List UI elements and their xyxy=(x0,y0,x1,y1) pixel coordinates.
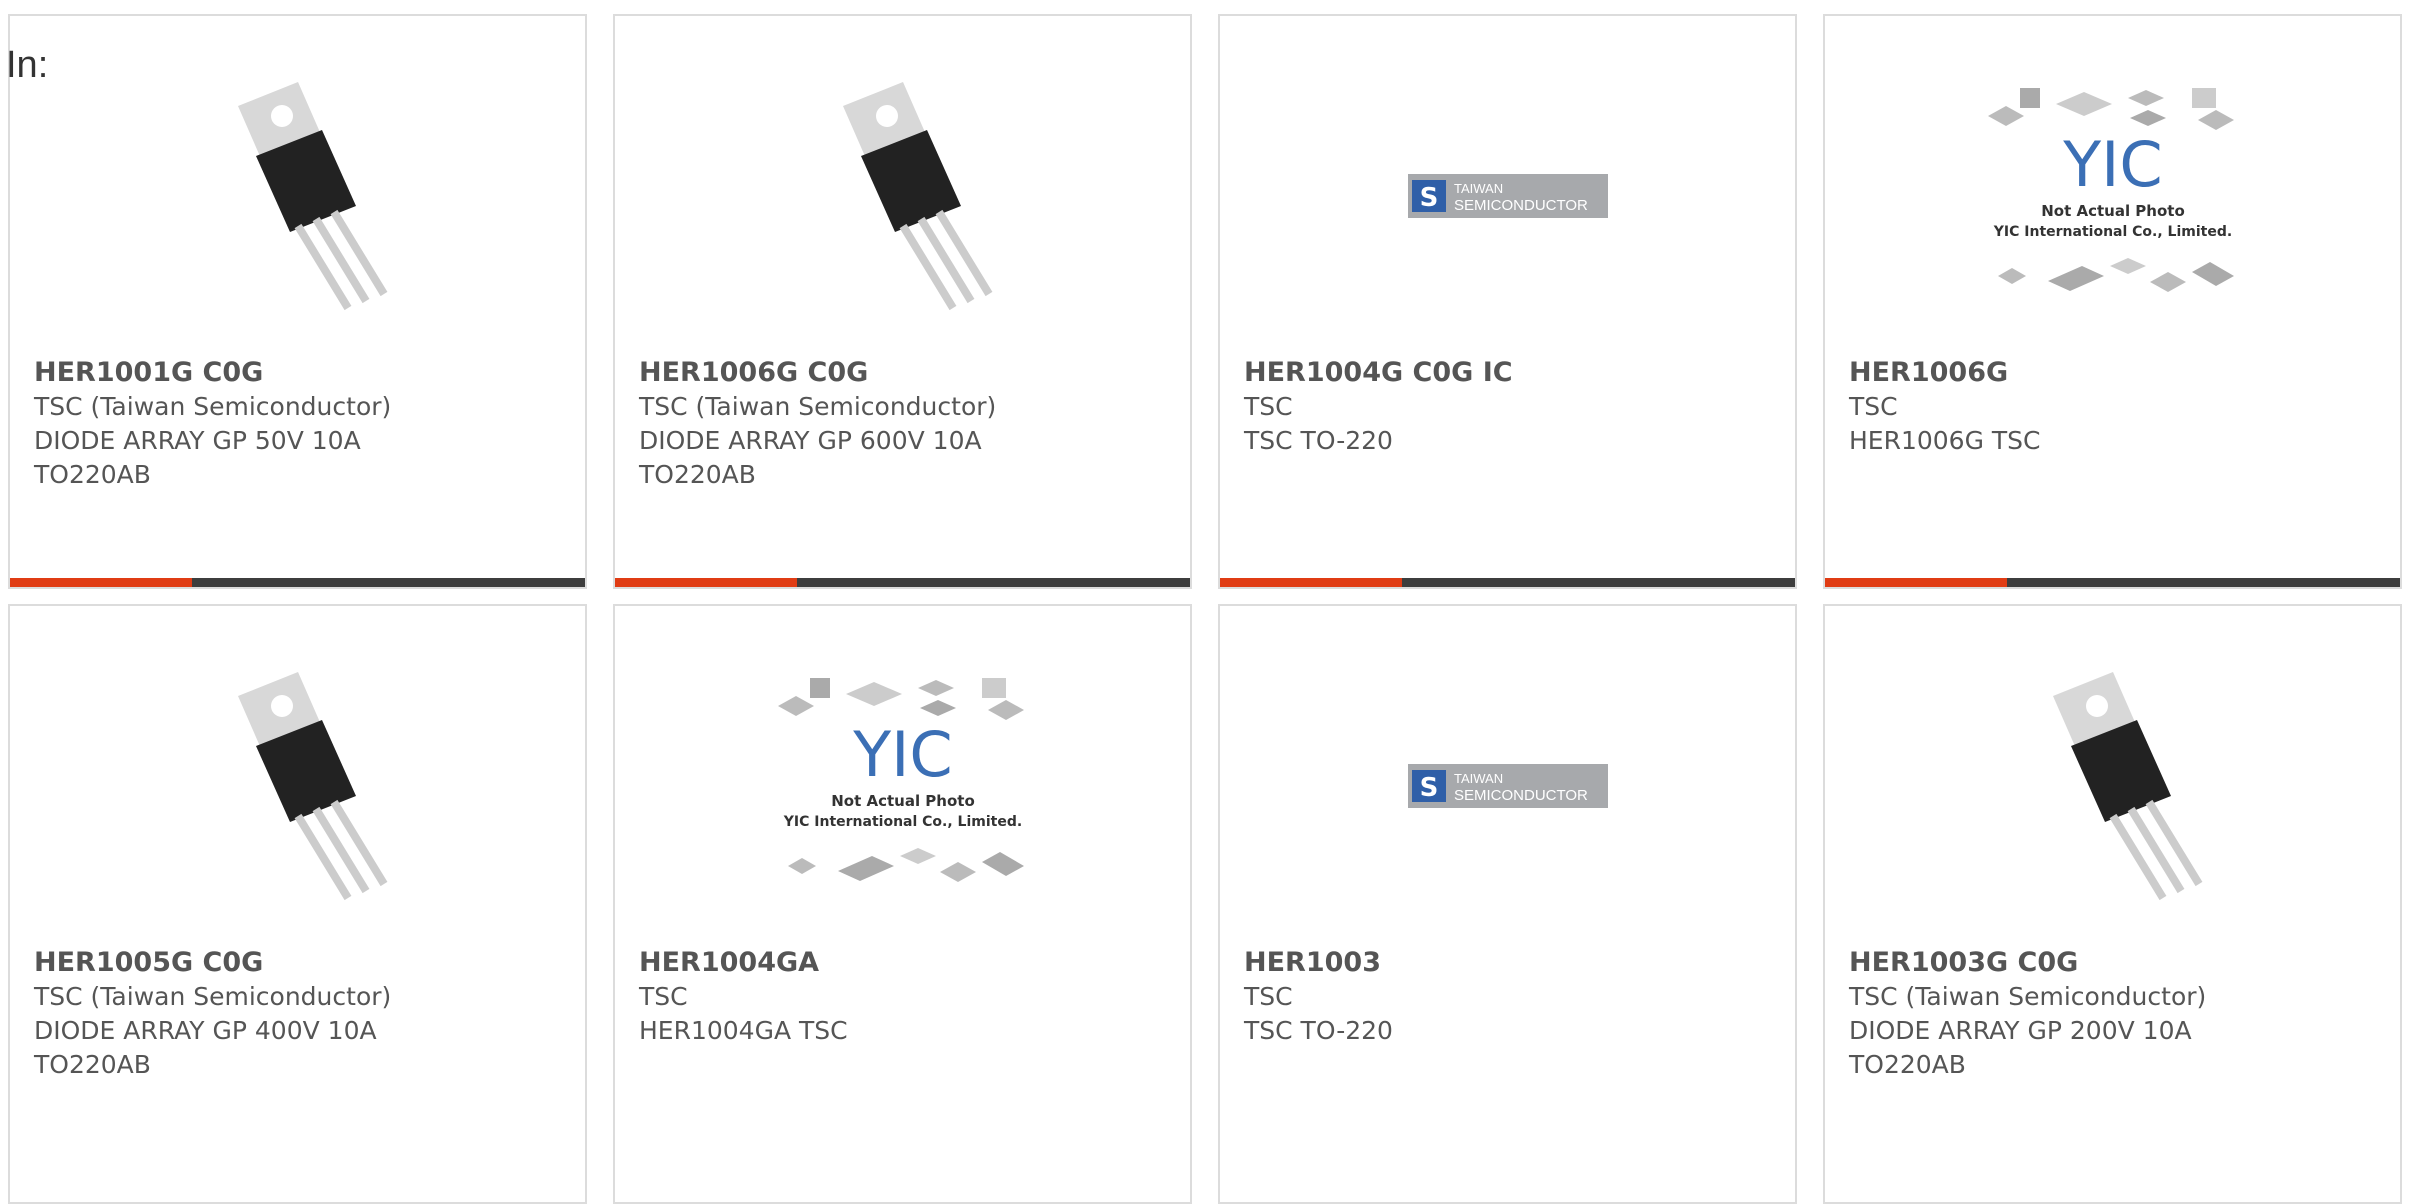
manufacturer: TSC (Taiwan Semiconductor) xyxy=(34,392,392,421)
product-card[interactable]: YIC Not Actual Photo YIC International C… xyxy=(1823,14,2402,589)
manufacturer: TSC xyxy=(639,982,688,1011)
description: HER1006G TSC xyxy=(1849,426,2041,455)
yic-line2: YIC International Co., Limited. xyxy=(782,814,1021,830)
card-bar xyxy=(1825,578,2400,587)
card-bar xyxy=(615,578,1190,587)
to220-transistor-icon xyxy=(1953,666,2273,906)
product-card[interactable]: HER1005G C0G TSC (Taiwan Semiconductor) … xyxy=(8,604,587,1204)
part-number[interactable]: HER1001G C0G xyxy=(34,356,565,390)
product-grid: HER1001G C0G TSC (Taiwan Semiconductor) … xyxy=(8,14,2402,1204)
manufacturer: TSC xyxy=(1849,392,1898,421)
product-card[interactable]: HER1003G C0G TSC (Taiwan Semiconductor) … xyxy=(1823,604,2402,1204)
part-number[interactable]: HER1005G C0G xyxy=(34,946,565,980)
description: DIODE ARRAY GP 200V 10A xyxy=(1849,1016,2192,1045)
part-number[interactable]: HER1004G C0G IC xyxy=(1244,356,1775,390)
to220-transistor-icon xyxy=(138,666,458,906)
package: TO220AB xyxy=(1849,1050,1966,1079)
to220-transistor-icon xyxy=(743,76,1063,316)
yic-line1: Not Actual Photo xyxy=(2041,202,2185,220)
manufacturer: TSC xyxy=(1244,392,1293,421)
card-bar xyxy=(10,578,585,587)
yic-placeholder-image: YIC Not Actual Photo YIC International C… xyxy=(1953,76,2273,316)
manufacturer: TSC (Taiwan Semiconductor) xyxy=(639,392,997,421)
package: TO220AB xyxy=(34,460,151,489)
product-card[interactable]: HER1006G C0G TSC (Taiwan Semiconductor) … xyxy=(613,14,1192,589)
description: DIODE ARRAY GP 400V 10A xyxy=(34,1016,377,1045)
taiwan-semiconductor-logo: S TAIWAN SEMICONDUCTOR xyxy=(1348,76,1668,316)
part-number[interactable]: HER1006G xyxy=(1849,356,2380,390)
description: DIODE ARRAY GP 50V 10A xyxy=(34,426,361,455)
part-number[interactable]: HER1004GA xyxy=(639,946,1170,980)
yic-placeholder-image: YIC Not Actual Photo YIC International C… xyxy=(743,666,1063,906)
product-card[interactable]: HER1001G C0G TSC (Taiwan Semiconductor) … xyxy=(8,14,587,589)
description: TSC TO-220 xyxy=(1244,426,1393,455)
description: DIODE ARRAY GP 600V 10A xyxy=(639,426,982,455)
logo-line1: TAIWAN xyxy=(1454,771,1503,786)
in-label: In: xyxy=(6,44,49,86)
yic-line1: Not Actual Photo xyxy=(831,792,975,810)
card-bar xyxy=(1220,578,1795,587)
part-number[interactable]: HER1003 xyxy=(1244,946,1775,980)
product-card[interactable]: S TAIWAN SEMICONDUCTOR HER1003 TSC TSC T… xyxy=(1218,604,1797,1204)
product-card[interactable]: S TAIWAN SEMICONDUCTOR HER1004G C0G IC T… xyxy=(1218,14,1797,589)
yic-brand: YIC xyxy=(852,718,952,791)
logo-line2: SEMICONDUCTOR xyxy=(1454,787,1588,804)
part-number[interactable]: HER1006G C0G xyxy=(639,356,1170,390)
product-card[interactable]: YIC Not Actual Photo YIC International C… xyxy=(613,604,1192,1204)
part-number[interactable]: HER1003G C0G xyxy=(1849,946,2380,980)
to220-transistor-icon xyxy=(138,76,458,316)
manufacturer: TSC (Taiwan Semiconductor) xyxy=(1849,982,2207,1011)
logo-line2: SEMICONDUCTOR xyxy=(1454,197,1588,214)
manufacturer: TSC (Taiwan Semiconductor) xyxy=(34,982,392,1011)
logo-line1: TAIWAN xyxy=(1454,181,1503,196)
svg-text:S: S xyxy=(1419,773,1438,803)
package: TO220AB xyxy=(639,460,756,489)
description: TSC TO-220 xyxy=(1244,1016,1393,1045)
manufacturer: TSC xyxy=(1244,982,1293,1011)
yic-brand: YIC xyxy=(2062,128,2162,201)
yic-line2: YIC International Co., Limited. xyxy=(1992,224,2231,240)
description: HER1004GA TSC xyxy=(639,1016,848,1045)
package: TO220AB xyxy=(34,1050,151,1079)
taiwan-semiconductor-logo: S TAIWAN SEMICONDUCTOR xyxy=(1348,666,1668,906)
svg-text:S: S xyxy=(1419,183,1438,213)
